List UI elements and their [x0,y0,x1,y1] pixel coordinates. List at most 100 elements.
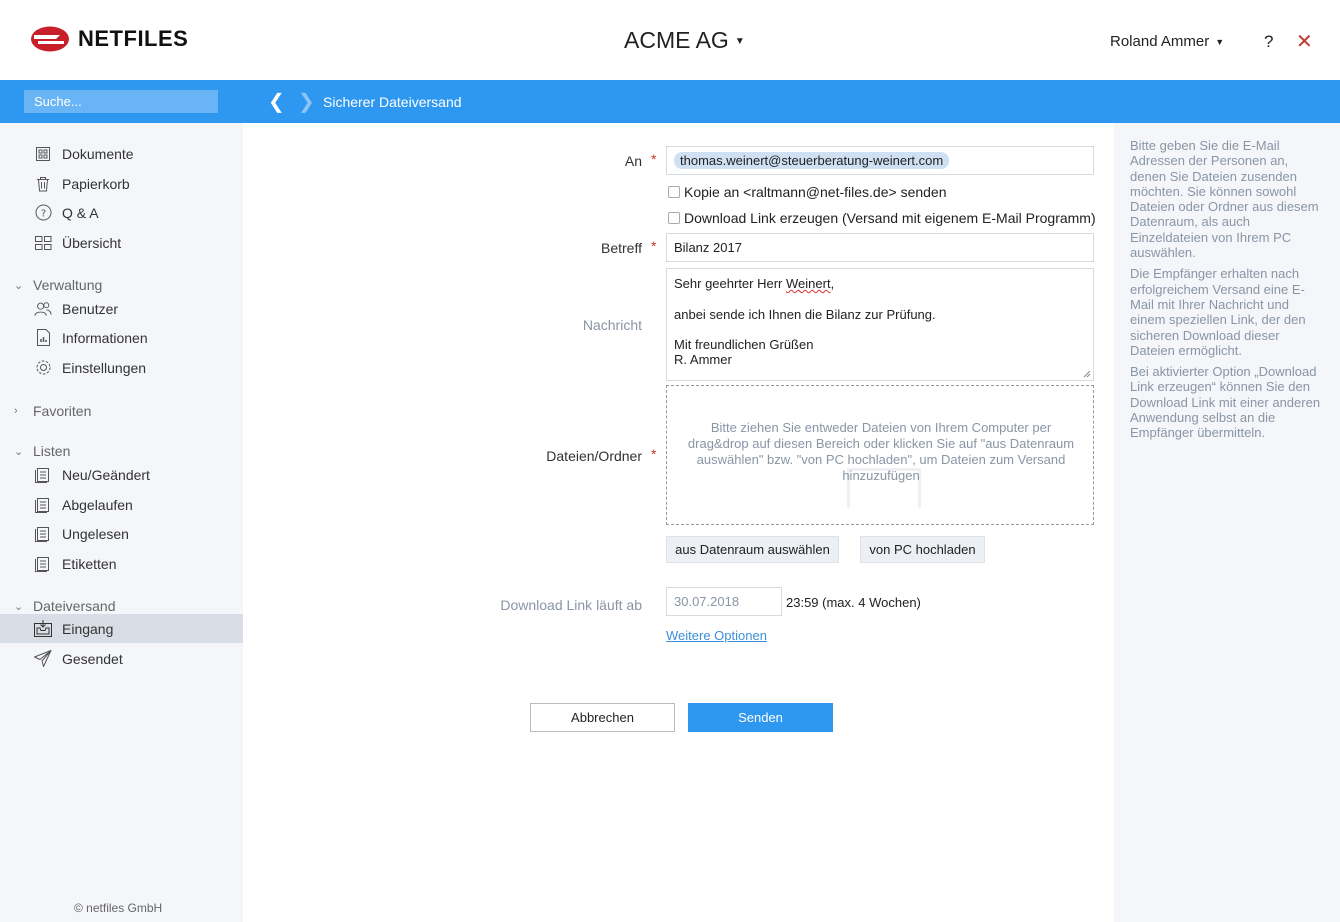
company-selector[interactable]: ACME AG ▼ [624,27,745,54]
more-options-link[interactable]: Weitere Optionen [666,628,767,643]
sidebar-item-etiketten[interactable]: Etiketten [0,549,243,578]
download-link-checkbox[interactable] [668,212,680,224]
list-icon [34,496,52,514]
sidebar-item-abgelaufen[interactable]: Abgelaufen [0,490,243,519]
inbox-icon [34,620,52,638]
sidebar-item-label: Übersicht [62,234,122,251]
sidebar-section-verwaltung[interactable]: ⌄ Verwaltung [0,275,243,295]
sidebar-item-label: Informationen [62,329,148,346]
caret-down-icon: ▼ [1215,37,1225,48]
sidebar-item-label: Eingang [62,620,114,637]
resize-handle-icon[interactable] [1083,370,1091,378]
required-mark: * [651,151,657,167]
sidebar-section-dateiversand[interactable]: ⌄ Dateiversand [0,596,243,616]
list-icon [34,555,52,573]
sidebar-item-eingang[interactable]: Eingang [0,614,243,643]
to-label: An [624,153,642,169]
sidebar-item-neu-geaendert[interactable]: Neu/Geändert [0,460,243,489]
list-icon [34,525,52,543]
sidebar-item-einstellungen[interactable]: Einstellungen [0,353,243,382]
sidebar-item-label: Abgelaufen [62,496,133,513]
help-paragraph: Die Empfänger erhalten nach erfolgreiche… [1130,266,1306,358]
list-icon [34,466,52,484]
sidebar-section-listen[interactable]: ⌄ Listen [0,441,243,461]
gear-icon [34,359,52,377]
cancel-button[interactable]: Abbrechen [530,703,675,732]
sidebar-section-favoriten[interactable]: › Favoriten [0,401,243,421]
select-from-dataroom-button[interactable]: aus Datenraum auswählen [666,536,839,563]
sidebar-item-dokumente[interactable]: Dokumente [0,139,243,168]
sidebar-item-ungelesen[interactable]: Ungelesen [0,519,243,548]
download-link-checkbox-label: Download Link erzeugen (Versand mit eige… [684,210,1096,226]
message-field[interactable]: Sehr geehrter Herr Weinert, anbei sende … [666,268,1094,381]
files-label: Dateien/Ordner [546,448,642,464]
required-mark: * [651,238,657,254]
caret-down-icon: ▼ [734,36,745,48]
sidebar-item-benutzer[interactable]: Benutzer [0,294,243,323]
sidebar-item-gesendet[interactable]: Gesendet [0,644,243,673]
message-line: Mit freundlichen Grüßen [674,337,814,353]
user-name: Roland Ammer [1110,33,1210,50]
search-input[interactable] [24,90,218,113]
logo-text: NETFILES [78,26,189,51]
expiry-date-field[interactable]: 30.07.2018 [666,587,782,616]
chevron-left-icon[interactable]: ❮ [268,89,285,114]
svg-text:?: ? [40,209,45,220]
help-paragraph: Bitte geben Sie die E-Mail Adressen der … [1130,138,1319,261]
chevron-down-icon: ⌄ [14,445,24,458]
subject-value: Bilanz 2017 [674,240,742,255]
sidebar-item-label: Neu/Geändert [62,466,150,483]
expiry-label: Download Link läuft ab [500,597,642,613]
recipient-chip[interactable]: thomas.weinert@steuerberatung-weinert.co… [674,152,950,169]
sidebar-item-label: Einstellungen [62,359,147,376]
section-label: Favoriten [33,403,92,419]
users-icon [34,300,52,318]
sidebar-item-papierkorb[interactable]: Papierkorb [0,169,243,198]
section-label: Dateiversand [33,598,116,614]
sidebar-item-label: Q & A [62,204,99,221]
copy-checkbox-label: Kopie an <raltmann@net-files.de> senden [684,184,947,200]
toolbar: ❮ ❯ Sicherer Dateiversand [0,80,1340,123]
required-mark: * [651,446,657,462]
to-field[interactable]: thomas.weinert@steuerberatung-weinert.co… [666,146,1094,175]
sidebar-item-label: Dokumente [62,145,134,162]
dropzone-instructions: Bitte ziehen Sie entweder Dateien von Ih… [687,420,1075,483]
help-paragraph: Bei aktivierter Option „Download Link er… [1130,364,1321,441]
message-line [674,291,1086,306]
grid-icon [34,234,52,252]
sidebar-item-uebersicht[interactable]: Übersicht [0,228,243,257]
subject-field[interactable]: Bilanz 2017 [666,233,1094,262]
upload-from-pc-button[interactable]: von PC hochladen [860,536,985,563]
help-icon[interactable]: ? [1264,32,1273,52]
sidebar-item-label: Gesendet [62,650,123,667]
expiry-time: 23:59 (max. 4 Wochen) [786,595,921,610]
question-icon: ? [34,204,52,222]
download-link-checkbox-row[interactable]: Download Link erzeugen (Versand mit eige… [668,210,1096,226]
sidebar-item-qa[interactable]: ? Q & A [0,198,243,227]
chevron-down-icon: ⌄ [14,600,24,613]
misspelled-word: Weinert [786,276,831,291]
netfiles-logo[interactable]: NETFILES [30,26,188,52]
sidebar-item-informationen[interactable]: Informationen [0,323,243,352]
message-line: R. Ammer [674,352,732,368]
copy-checkbox-row[interactable]: Kopie an <raltmann@net-files.de> senden [668,184,947,200]
user-menu[interactable]: Roland Ammer ▼ [1110,33,1224,50]
copyright: © netfiles GmbH [74,901,163,915]
section-label: Verwaltung [33,277,103,293]
send-button[interactable]: Senden [688,703,833,732]
copy-checkbox[interactable] [668,186,680,198]
sidebar: Dokumente Papierkorb ? Q & A Übersicht ⌄… [0,123,243,922]
subject-label: Betreff [601,240,642,256]
close-icon[interactable]: ✕ [1296,29,1313,54]
message-label: Nachricht [582,317,642,333]
message-text: Sehr geehrter Herr [674,276,786,291]
help-panel: Bitte geben Sie die E-Mail Adressen der … [1114,123,1340,922]
chevron-right-icon[interactable]: ❯ [298,89,315,114]
file-dropzone[interactable]: Bitte ziehen Sie entweder Dateien von Ih… [666,385,1094,525]
message-line [674,322,1086,337]
sidebar-item-label: Etiketten [62,555,117,572]
sidebar-item-label: Papierkorb [62,175,130,192]
app-header: NETFILES ACME AG ▼ Roland Ammer ▼ ? ✕ [0,0,1340,80]
info-doc-icon [34,329,52,347]
message-line: anbei sende ich Ihnen die Bilanz zur Prü… [674,306,936,322]
